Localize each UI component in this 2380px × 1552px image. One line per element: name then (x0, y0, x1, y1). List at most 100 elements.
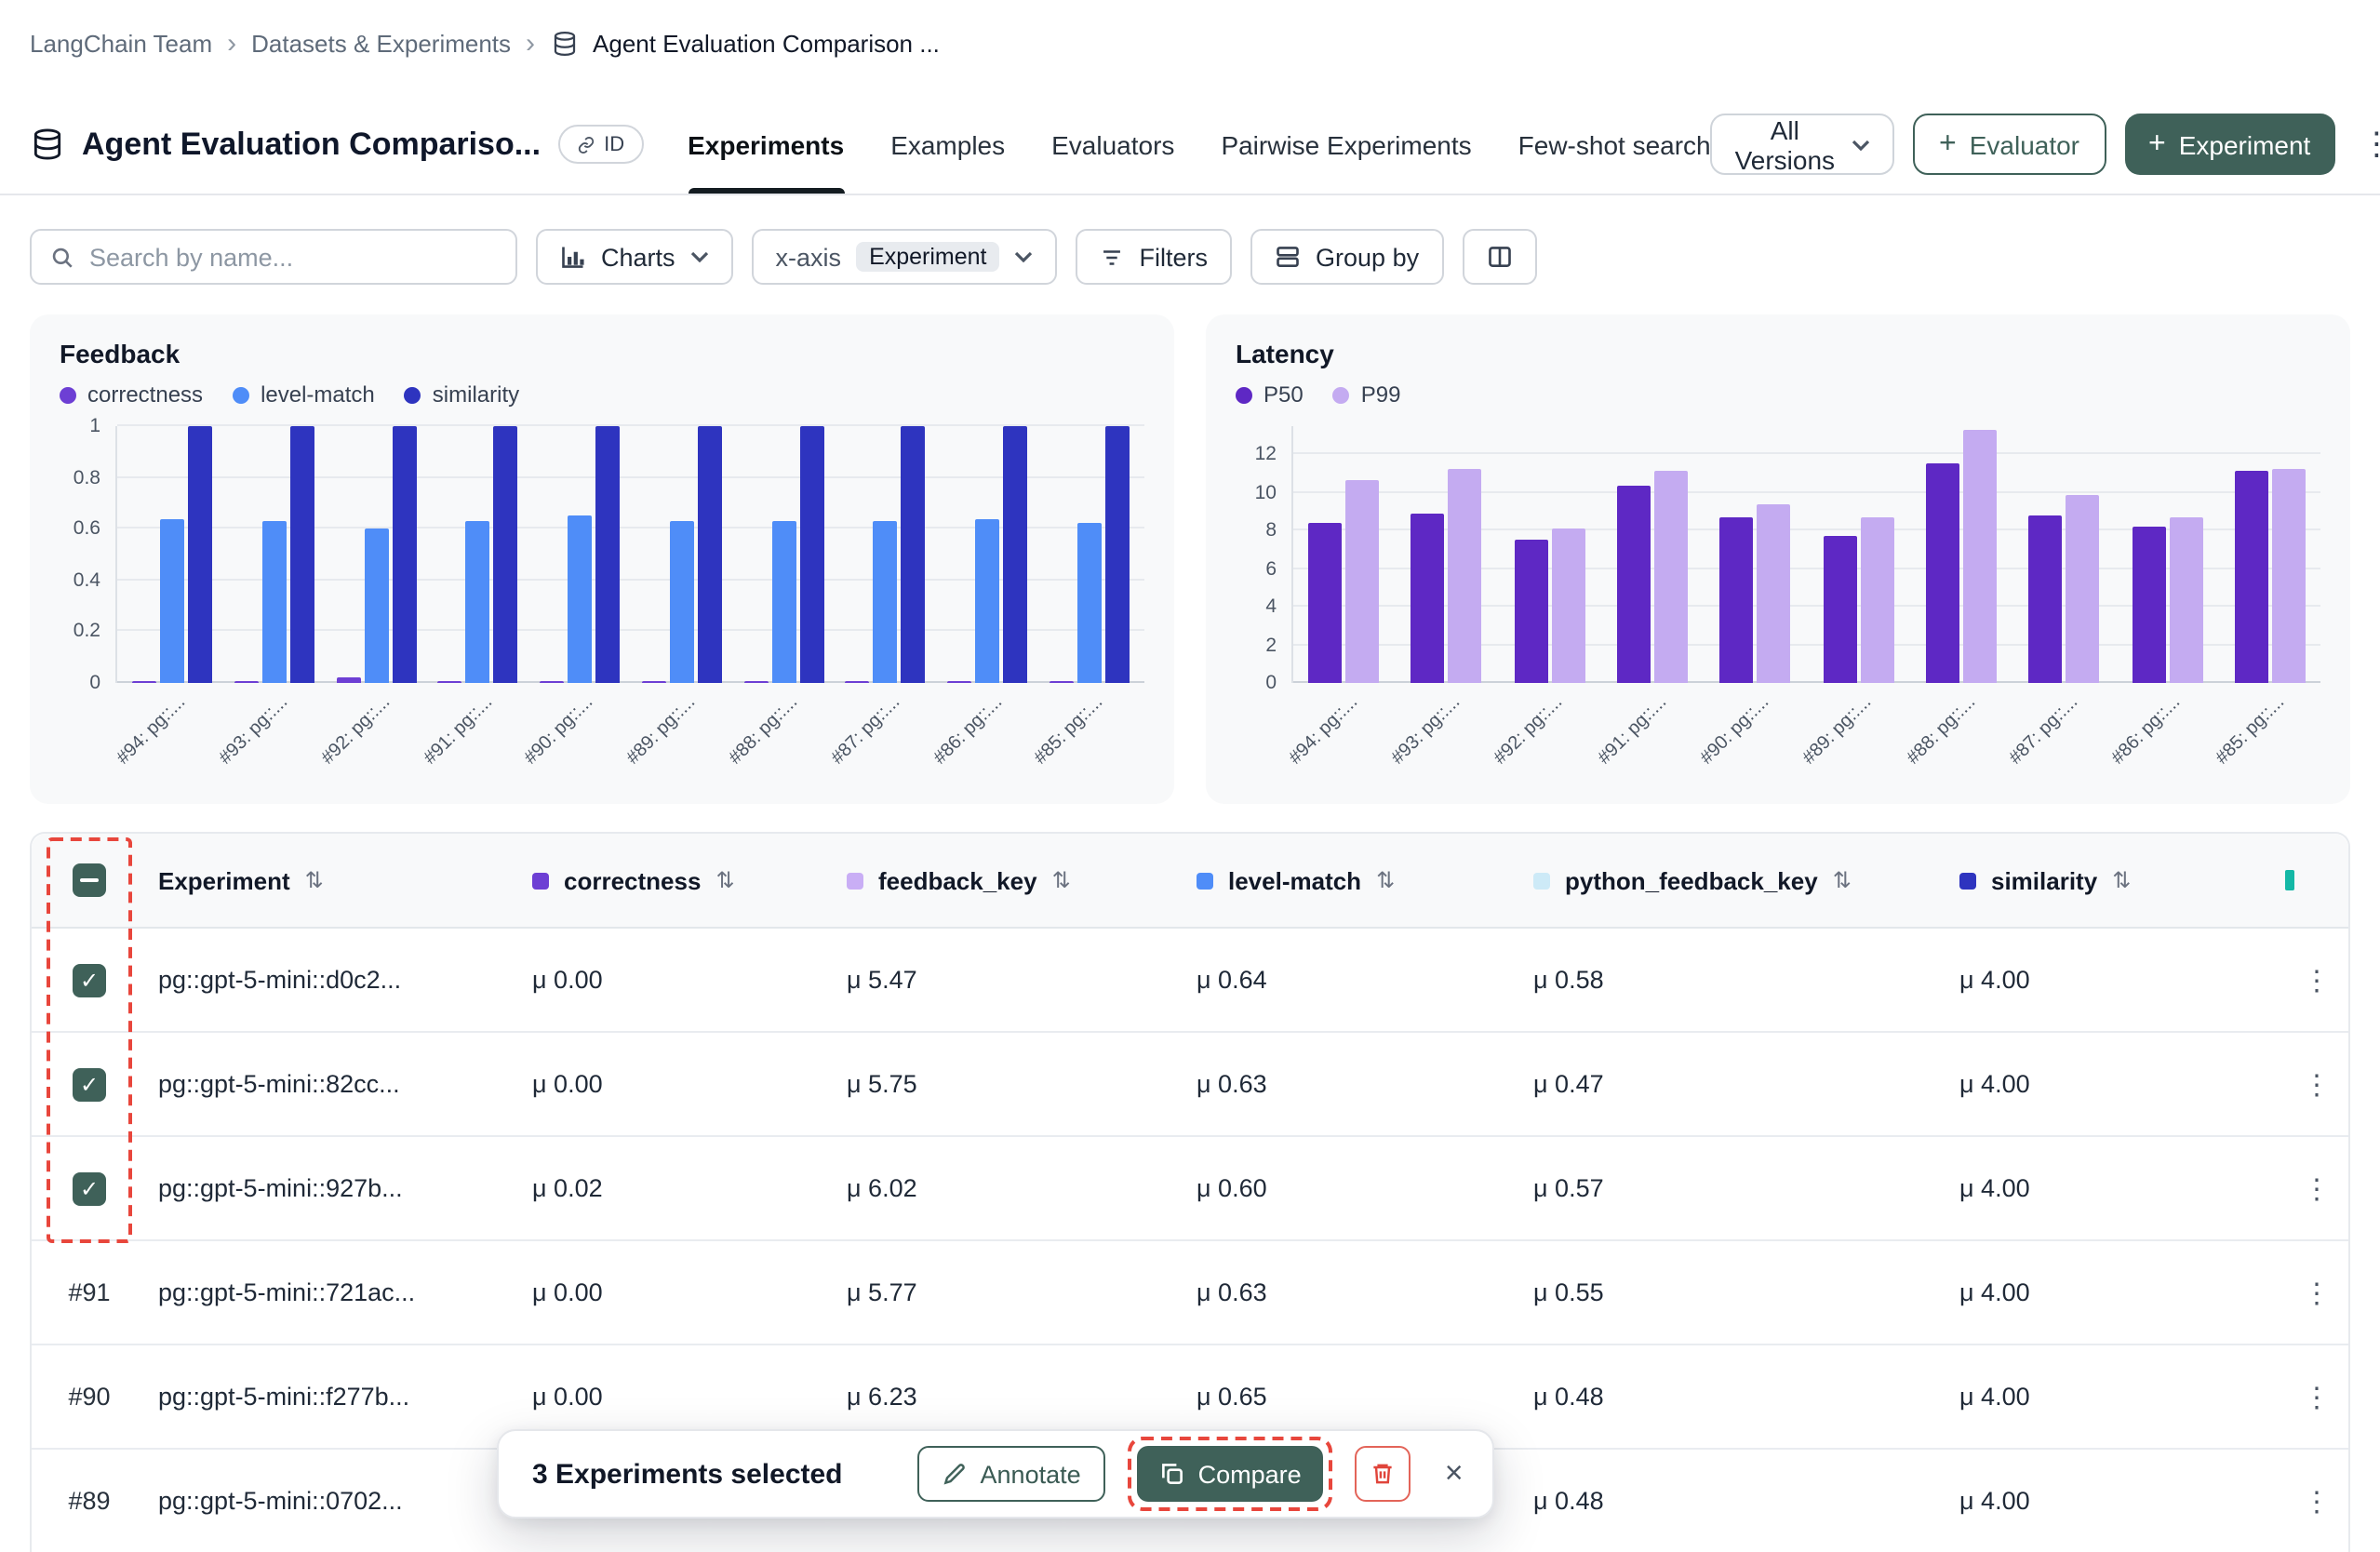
filters-button[interactable]: Filters (1076, 229, 1233, 285)
x-axis-label: #86: pg::... (2108, 692, 2185, 769)
tab-few-shot-search[interactable]: Few-shot search (1518, 95, 1711, 194)
legend-item-p99[interactable]: P99 (1333, 381, 1401, 408)
sort-icon[interactable]: ⇅ (715, 867, 734, 893)
cell-experiment[interactable]: pg::gpt-5-mini::0702... (147, 1487, 521, 1515)
row-menu-button[interactable]: ⋮ (2270, 1380, 2352, 1413)
bar-p99 (1551, 528, 1584, 683)
sort-icon[interactable]: ⇅ (2112, 867, 2131, 893)
cell-python-feedback-key: μ 0.48 (1522, 1383, 1948, 1411)
cell-similarity: μ 4.00 (1948, 1070, 2270, 1098)
legend-label: correctness (87, 381, 203, 408)
annotate-button[interactable]: Annotate (917, 1446, 1105, 1502)
cell-similarity: μ 4.00 (1948, 1278, 2270, 1306)
cell-experiment[interactable]: pg::gpt-5-mini::721ac... (147, 1278, 521, 1306)
charts-button[interactable]: Charts (536, 229, 733, 285)
tab-experiments[interactable]: Experiments (688, 95, 844, 194)
breadcrumb-team[interactable]: LangChain Team (30, 30, 212, 58)
bar-p99 (2272, 468, 2306, 683)
row-checkbox[interactable]: ✓ (73, 1067, 106, 1101)
chevron-down-icon (1852, 139, 1870, 150)
bar-group: #91: pg::... (438, 426, 518, 683)
feedback-chart: Feedback correctnesslevel-matchsimilarit… (30, 314, 1174, 804)
row-menu-button[interactable]: ⋮ (2270, 1484, 2352, 1518)
legend-item-p50[interactable]: P50 (1236, 381, 1304, 408)
legend-label: level-match (261, 381, 375, 408)
breadcrumb-datasets-experiments[interactable]: Datasets & Experiments (251, 30, 511, 58)
row-checkbox[interactable]: ✓ (73, 963, 106, 997)
id-badge-label: ID (604, 133, 624, 155)
x-axis-label: #89: pg::... (1799, 692, 1876, 769)
row-menu-button[interactable]: ⋮ (2270, 1067, 2352, 1101)
row-menu-button[interactable]: ⋮ (2270, 963, 2352, 997)
metric-color-dot (1533, 872, 1550, 889)
link-icon (576, 135, 595, 154)
sort-icon[interactable]: ⇅ (1052, 867, 1071, 893)
group-rows-icon (1275, 244, 1301, 270)
bar-p99 (1963, 430, 1997, 683)
add-experiment-button[interactable]: + Experiment (2124, 114, 2334, 175)
bar-correctness (1050, 680, 1074, 683)
versions-dropdown[interactable]: All Versions (1711, 114, 1894, 175)
columns-button[interactable] (1462, 229, 1536, 285)
bar-similarity (1003, 426, 1027, 683)
bar-level-match (874, 521, 898, 683)
tab-pairwise-experiments[interactable]: Pairwise Experiments (1221, 95, 1471, 194)
column-header-python-feedback-key: python_feedback_key ⇅ (1522, 866, 1948, 894)
legend-item-similarity[interactable]: similarity (405, 381, 519, 408)
legend-item-level-match[interactable]: level-match (233, 381, 375, 408)
select-all-checkbox[interactable] (73, 863, 106, 897)
column-header-label: python_feedback_key (1565, 866, 1818, 894)
tab-examples[interactable]: Examples (890, 95, 1005, 194)
row-menu-button[interactable]: ⋮ (2270, 1276, 2352, 1309)
x-axis-dropdown[interactable]: x-axis Experiment (752, 229, 1058, 285)
x-axis-label: #91: pg::... (1594, 692, 1670, 769)
bar-group: #92: pg::... (1514, 426, 1584, 683)
column-header-label: similarity (1991, 866, 2097, 894)
id-badge[interactable]: ID (557, 125, 643, 164)
cell-experiment[interactable]: pg::gpt-5-mini::82cc... (147, 1070, 521, 1098)
group-by-button[interactable]: Group by (1250, 229, 1443, 285)
cell-correctness: μ 0.00 (521, 1070, 836, 1098)
cell-level-match: μ 0.63 (1185, 1070, 1522, 1098)
charts-button-label: Charts (601, 243, 675, 271)
tab-evaluators[interactable]: Evaluators (1051, 95, 1174, 194)
bar-level-match (364, 528, 388, 683)
column-header-level-match: level-match⇅ (1185, 866, 1522, 894)
bar-group: #85: pg::... (1050, 426, 1130, 683)
add-evaluator-button[interactable]: + Evaluator (1913, 114, 2106, 175)
cell-experiment[interactable]: pg::gpt-5-mini::927b... (147, 1174, 521, 1202)
compare-button[interactable]: Compare (1137, 1446, 1324, 1502)
row-checkbox[interactable]: ✓ (73, 1171, 106, 1205)
legend-item-correctness[interactable]: correctness (60, 381, 203, 408)
check-icon: ✓ (80, 969, 99, 991)
chart-legend: correctness level-match similarity (60, 381, 1144, 408)
bar-group: #87: pg::... (846, 426, 926, 683)
sort-icon[interactable]: ⇅ (1833, 867, 1852, 893)
sort-icon[interactable]: ⇅ (305, 867, 324, 893)
annotate-label: Annotate (981, 1460, 1081, 1488)
sort-icon[interactable]: ⇅ (1376, 867, 1395, 893)
x-axis-label: #92: pg::... (1491, 692, 1567, 769)
search-input[interactable] (89, 243, 497, 271)
table-row[interactable]: ✓pg::gpt-5-mini::82cc...μ 0.00μ 5.75μ 0.… (32, 1033, 2348, 1137)
y-axis-tick: 0 (1265, 674, 1277, 692)
row-menu-button[interactable]: ⋮ (2270, 1171, 2352, 1205)
table-row[interactable]: ✓pg::gpt-5-mini::927b...μ 0.02μ 6.02μ 0.… (32, 1137, 2348, 1241)
close-selection-button[interactable]: × (1434, 1455, 1475, 1492)
more-options-button[interactable]: ⋮ (2353, 126, 2380, 163)
bar-level-match (771, 521, 796, 683)
delete-button[interactable] (1356, 1446, 1411, 1502)
cell-experiment[interactable]: pg::gpt-5-mini::f277b... (147, 1383, 521, 1411)
bar-level-match (466, 521, 490, 683)
cell-experiment[interactable]: pg::gpt-5-mini::d0c2... (147, 966, 521, 994)
y-axis-tick: 2 (1265, 636, 1277, 654)
table-row[interactable]: #91pg::gpt-5-mini::721ac...μ 0.00μ 5.77μ… (32, 1241, 2348, 1345)
row-index-cell: #91 (32, 1278, 147, 1306)
x-axis-label: #92: pg::... (318, 692, 394, 769)
y-axis-labels: 024681012 (1236, 426, 1291, 683)
check-icon: ✓ (80, 1073, 99, 1095)
add-experiment-label: Experiment (2179, 129, 2311, 159)
bar-p99 (1654, 470, 1688, 683)
search-box[interactable] (30, 229, 517, 285)
table-row[interactable]: ✓pg::gpt-5-mini::d0c2...μ 0.00μ 5.47μ 0.… (32, 929, 2348, 1033)
